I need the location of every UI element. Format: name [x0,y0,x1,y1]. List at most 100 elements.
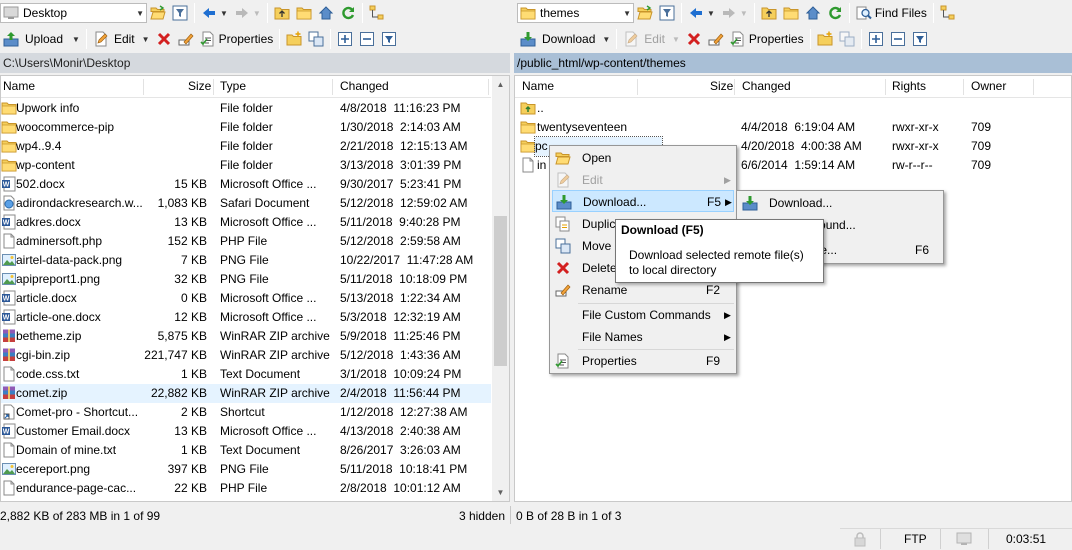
properties-button[interactable]: Properties [727,28,807,50]
properties-icon [200,31,216,47]
rename-button[interactable] [705,28,727,50]
file-rights: rwxr-xr-x [892,120,939,134]
open-directory-button[interactable] [147,2,169,24]
menu-item-download[interactable]: Download... F5 ▶ [552,190,734,212]
right-file-toolbar: Download ▼ Edit ▼ Properties [517,26,1072,52]
table-row[interactable]: Comet-pro - Shortcut... 2 KB Shortcut 1/12/… [1,403,491,422]
table-row[interactable]: comet.zip 22,882 KB WinRAR ZIP archive 2/4/… [1,384,491,403]
left-status-text: 2,882 KB of 283 MB in 1 of 99 [0,509,161,523]
tree-button[interactable] [366,2,388,24]
filter-button[interactable] [169,2,191,24]
table-row[interactable]: wp-content File folder 3/13/2018 3:01:39 P… [1,156,491,175]
left-location-combo[interactable]: Desktop ▼ [0,3,147,23]
table-row[interactable]: Customer Email.docx 13 KB Microsoft Office… [1,422,491,441]
table-row[interactable]: apipreport1.png 32 KB PNG File 5/11/2018 10… [1,270,491,289]
home-button[interactable] [315,2,337,24]
table-row[interactable]: adirondackresearch.w... 1,083 KB Safari Do… [1,194,491,213]
table-row[interactable]: adkres.docx 13 KB Microsoft Office ... 5/11… [1,213,491,232]
parent-directory-button[interactable] [271,2,293,24]
table-row[interactable]: endurance-page-cac... 22 KB PHP File 2/8/20… [1,479,491,498]
tree-button[interactable] [937,2,959,24]
root-directory-button[interactable] [293,2,315,24]
file-type: Microsoft Office ... [220,310,317,324]
right-path-bar[interactable]: /public_html/wp-content/themes [514,53,1072,73]
table-row[interactable]: cgi-bin.zip 221,747 KB WinRAR ZIP archive 5… [1,346,491,365]
left-path-bar[interactable]: C:\Users\Monir\Desktop [0,53,510,73]
table-row[interactable]: article.docx 0 KB Microsoft Office ... 5/13… [1,289,491,308]
table-row[interactable]: ecereport.png 397 KB PNG File 5/11/2018 10:… [1,460,491,479]
column-rights[interactable]: Rights [892,76,926,97]
column-name[interactable]: Name [522,76,554,97]
menu-item-open[interactable]: Open [552,147,734,169]
unselect-files-button[interactable] [356,28,378,50]
table-row[interactable]: betheme.zip 5,875 KB WinRAR ZIP archive 5/9… [1,327,491,346]
home-icon [805,5,821,21]
column-size[interactable]: Size [710,76,733,97]
toolbar-separator [932,3,934,23]
table-row[interactable]: code.css.txt 1 KB Text Document 3/1/2018 10… [1,365,491,384]
menu-item-custom-commands[interactable]: File Custom Commands ▶ [552,304,734,326]
menu-item-edit[interactable]: Edit ▶ [552,169,734,191]
filter-select-button[interactable] [909,28,931,50]
filter-button[interactable] [656,2,678,24]
edit-button[interactable]: Edit ▼ [620,28,683,50]
root-directory-button[interactable] [780,2,802,24]
file-name: 502.docx [16,177,65,191]
right-location-combo[interactable]: themes ▼ [517,3,634,23]
table-row[interactable]: twentyseventeen 4/4/2018 6:19:04 AM rwxr-x… [515,118,1071,137]
home-button[interactable] [802,2,824,24]
column-size[interactable]: Size [188,76,211,97]
table-row[interactable]: adminersoft.php 152 KB PHP File 5/12/2018 2… [1,232,491,251]
column-changed[interactable]: Changed [742,76,791,97]
left-scrollbar[interactable]: ▲ ▼ [492,76,509,501]
scroll-down-arrow-icon[interactable]: ▼ [492,484,509,501]
table-row[interactable]: 502.docx 15 KB Microsoft Office ... 9/30/20… [1,175,491,194]
back-button[interactable]: ▼ [685,2,718,24]
table-row[interactable]: Domain of mine.txt 1 KB Text Document 8/26/… [1,441,491,460]
rename-button[interactable] [175,28,197,50]
upload-button[interactable]: Upload ▼ [0,28,83,50]
select-files-button[interactable] [865,28,887,50]
table-row[interactable]: airtel-data-pack.png 7 KB PNG File 10/22/20… [1,251,491,270]
open-directory-button[interactable] [634,2,656,24]
column-name[interactable]: Name [3,76,35,97]
properties-button[interactable]: Properties [197,28,277,50]
new-folder-button[interactable] [283,28,305,50]
move-button[interactable] [836,28,858,50]
column-owner[interactable]: Owner [971,76,1006,97]
select-files-button[interactable] [334,28,356,50]
left-file-list[interactable]: Name Size Type Changed Upwork info File f… [0,75,510,502]
delete-button[interactable] [683,28,705,50]
file-type: Microsoft Office ... [220,424,317,438]
find-files-button[interactable]: Find Files [853,2,930,24]
back-button[interactable]: ▼ [198,2,231,24]
forward-button[interactable]: ▼ [231,2,264,24]
refresh-button[interactable] [337,2,359,24]
table-row[interactable]: woocommerce-pip File folder 1/30/2018 2:14… [1,118,491,137]
table-row[interactable]: Upwork info File folder 4/8/2018 11:16:23 … [1,99,491,118]
edit-button[interactable]: Edit ▼ [90,28,153,50]
new-folder-button[interactable] [814,28,836,50]
table-row[interactable]: wp4..9.4 File folder 2/21/2018 12:15:13 AM [1,137,491,156]
table-row[interactable]: .. [515,99,1071,118]
filter-select-button[interactable] [378,28,400,50]
column-changed[interactable]: Changed [340,76,389,97]
forward-button[interactable]: ▼ [718,2,751,24]
unselect-files-button[interactable] [887,28,909,50]
submenu-item-download[interactable]: Download... [739,192,941,214]
parent-directory-button[interactable] [758,2,780,24]
column-type[interactable]: Type [220,76,246,97]
refresh-button[interactable] [824,2,846,24]
file-size: 0 KB [180,291,207,305]
chevron-down-icon[interactable]: ▼ [136,9,144,18]
chevron-down-icon[interactable]: ▼ [623,9,631,18]
scroll-up-arrow-icon[interactable]: ▲ [492,76,509,93]
menu-item-file-names[interactable]: File Names ▶ [552,326,734,348]
hidden-count[interactable]: 3 hidden [459,506,505,526]
scroll-thumb[interactable] [494,216,507,366]
download-button[interactable]: Download ▼ [517,28,613,50]
delete-button[interactable] [153,28,175,50]
menu-item-properties[interactable]: Properties F9 [552,350,734,372]
move-button[interactable] [305,28,327,50]
table-row[interactable]: article-one.docx 12 KB Microsoft Office ..… [1,308,491,327]
